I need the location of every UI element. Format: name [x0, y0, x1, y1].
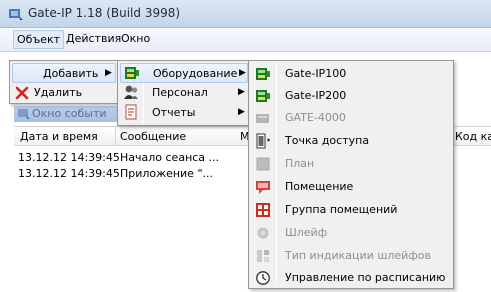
menu-item-loop-indication-type[interactable]: Тип индикации шлейфов	[251, 246, 451, 266]
menu-item-label: Gate-IP100	[285, 67, 347, 80]
app-icon	[9, 9, 23, 20]
menu-item-label: Управление по расписанию	[285, 271, 446, 284]
access-point-icon	[256, 133, 270, 149]
controller-icon	[256, 68, 270, 80]
menu-item-schedule-control[interactable]: Управление по расписанию	[251, 268, 451, 288]
events-window-icon	[18, 109, 30, 119]
menu-item-gate-ip200[interactable]: Gate-IP200	[251, 86, 451, 106]
menu-item-label: Точка доступа	[285, 134, 370, 147]
menu-item-label: Группа помещений	[285, 203, 398, 216]
delete-icon	[15, 86, 29, 100]
submenu-arrow-icon: ▶	[239, 68, 246, 78]
menu-item-reports-label: Отчеты	[152, 106, 196, 119]
column-header-card-code[interactable]: Код кар	[455, 130, 491, 143]
row-message: Приложение "...	[120, 167, 213, 180]
menu-item-label: Тип индикации шлейфов	[285, 249, 431, 262]
menu-item-label: Помещение	[285, 180, 354, 193]
room-group-icon	[256, 203, 270, 217]
submenu-arrow-icon: ▶	[238, 107, 245, 117]
add-submenu: Оборудование ▶ Персонал ▶ Отчеты ▶	[117, 60, 251, 126]
personnel-icon	[124, 85, 138, 99]
controller-icon	[256, 114, 269, 123]
column-separator[interactable]	[115, 127, 116, 145]
menu-item-personnel-label: Персонал	[152, 86, 208, 99]
menu-item-label: GATE-4000	[285, 111, 346, 124]
menu-item-access-point[interactable]: Точка доступа	[251, 131, 451, 151]
events-panel-title: Окно событи	[32, 107, 107, 120]
menu-item-label: Шлейф	[285, 226, 328, 239]
menu-item-personnel[interactable]: Персонал ▶	[120, 83, 248, 103]
menu-item-add-label: Добавить	[43, 67, 99, 80]
menu-item-delete-label: Удалить	[34, 86, 83, 99]
menu-item-delete[interactable]: Удалить	[12, 83, 116, 103]
object-menu: Добавить ▶ Удалить	[9, 60, 119, 104]
menu-item-equipment-label: Оборудование	[153, 67, 238, 80]
menu-item-plan[interactable]: План	[251, 154, 451, 174]
menu-item-room[interactable]: Помещение	[251, 177, 451, 197]
menu-item-equipment[interactable]: Оборудование ▶	[120, 63, 248, 83]
menu-item-reports[interactable]: Отчеты ▶	[120, 103, 248, 123]
menu-item-gate-ip100[interactable]: Gate-IP100	[251, 64, 451, 84]
window-title: Gate-IP 1.18 (Build 3998)	[28, 6, 181, 20]
submenu-arrow-icon: ▶	[238, 87, 245, 97]
schedule-icon	[256, 271, 270, 285]
submenu-arrow-icon: ▶	[105, 68, 112, 78]
menu-bar: Объект Действия Окно	[0, 28, 491, 52]
menu-item-label: Gate-IP200	[285, 89, 347, 102]
table-row[interactable]: 13.12.12 14:39:45 Начало сеанса ...	[14, 150, 254, 166]
equipment-submenu: Gate-IP100 Gate-IP200 GATE-4000 Точка до…	[248, 60, 454, 289]
table-row[interactable]: 13.12.12 14:39:45 Приложение "...	[14, 166, 254, 182]
reports-icon	[125, 104, 137, 120]
menu-item-room-group[interactable]: Группа помещений	[251, 200, 451, 220]
title-bar: Gate-IP 1.18 (Build 3998)	[0, 0, 491, 28]
loop-icon	[257, 227, 269, 239]
menu-object[interactable]: Объект	[13, 30, 65, 49]
row-datetime: 13.12.12 14:39:45	[18, 167, 120, 180]
row-message: Начало сеанса ...	[120, 151, 220, 164]
controller-icon	[256, 90, 270, 102]
menu-item-gate-4000[interactable]: GATE-4000	[251, 108, 451, 128]
menu-item-label: План	[285, 157, 315, 170]
menu-item-add[interactable]: Добавить ▶	[12, 63, 116, 83]
plan-icon	[256, 157, 270, 171]
menu-actions[interactable]: Действия	[63, 30, 124, 49]
equipment-icon	[125, 67, 139, 79]
menu-item-loop[interactable]: Шлейф	[251, 223, 451, 243]
menu-window[interactable]: Окно	[118, 30, 153, 49]
room-icon	[256, 181, 270, 194]
column-header-message[interactable]: Сообщение	[120, 130, 186, 143]
row-datetime: 13.12.12 14:39:45	[18, 151, 120, 164]
loop-indication-icon	[257, 250, 269, 262]
column-header-datetime[interactable]: Дата и время	[20, 130, 98, 143]
